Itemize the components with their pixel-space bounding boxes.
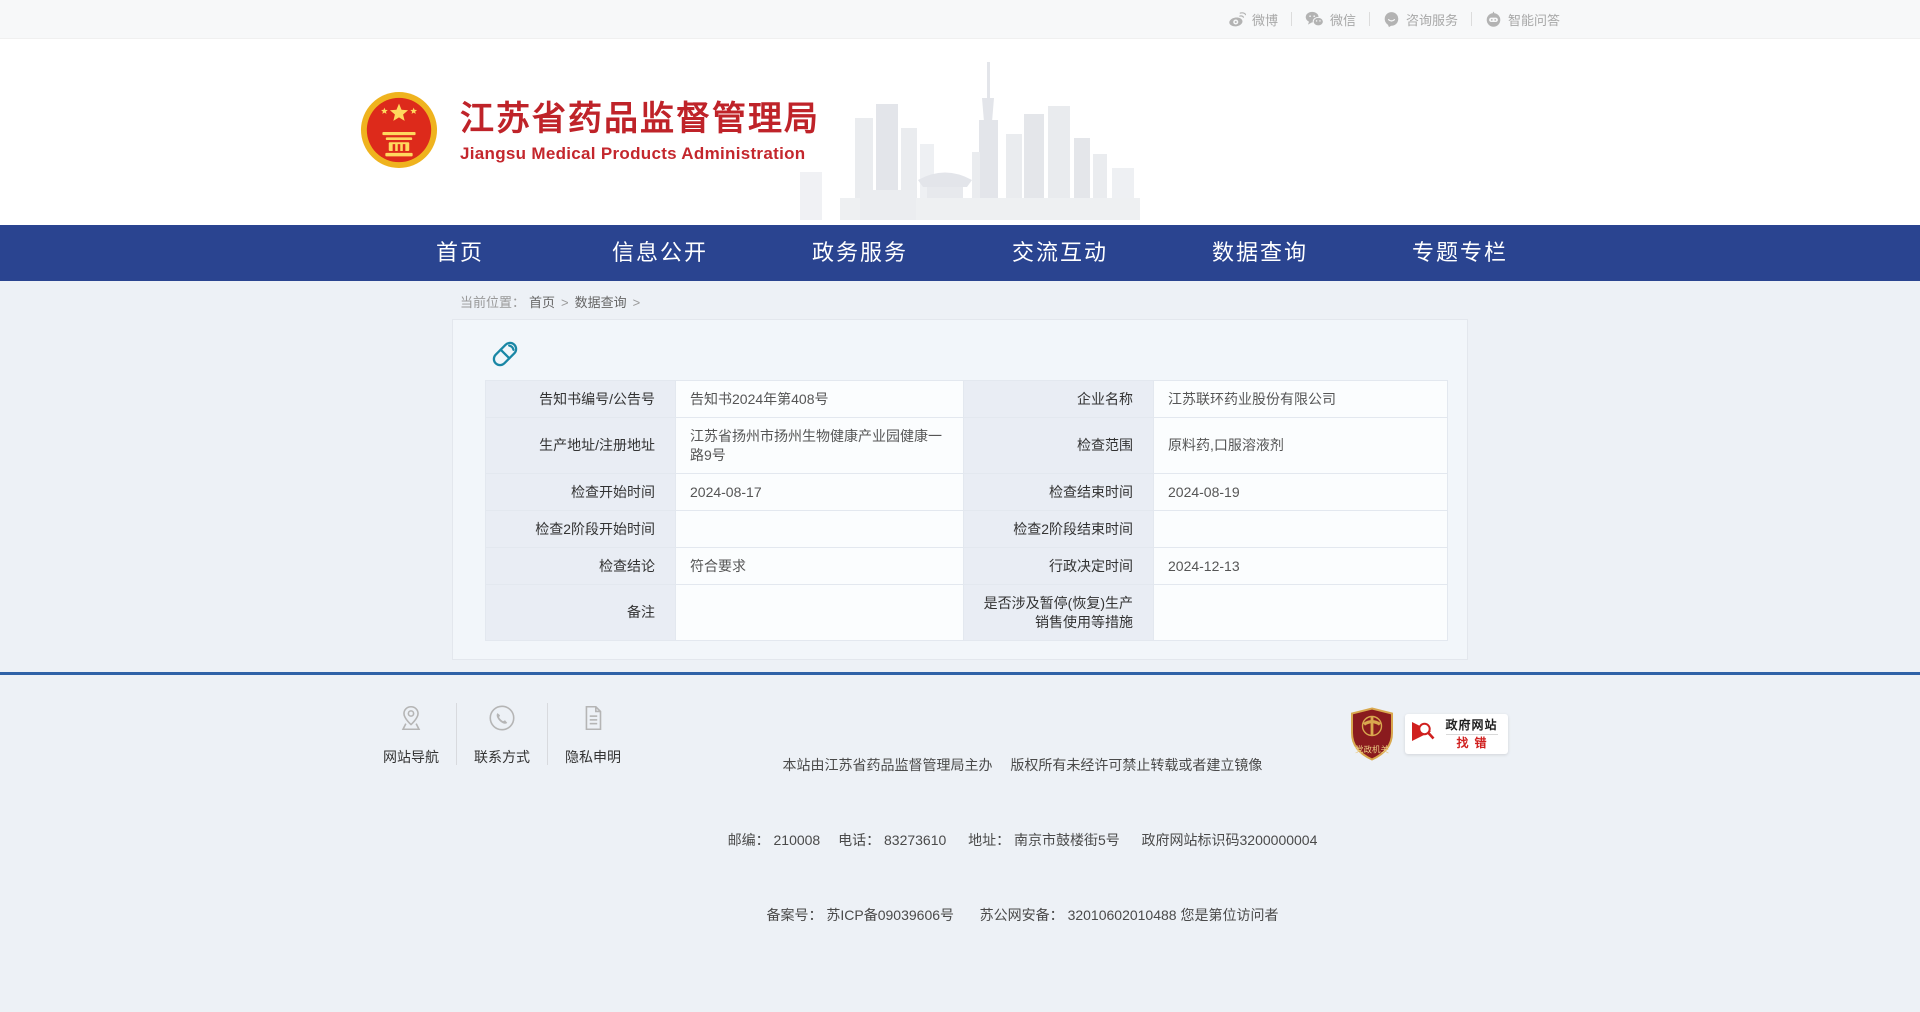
table-row: 检查2阶段开始时间 检查2阶段结束时间 xyxy=(486,511,1448,548)
footer-link-contact[interactable]: 联系方式 xyxy=(457,701,547,767)
breadcrumb-prefix: 当前位置： xyxy=(460,295,525,310)
consult-service-icon xyxy=(1383,11,1400,28)
field-value: 2024-08-17 xyxy=(676,474,964,511)
find-error-badge-line2: 找错 xyxy=(1450,736,1492,751)
document-icon xyxy=(578,703,608,738)
find-error-magnifier-icon xyxy=(1410,718,1437,750)
nav-item-interaction[interactable]: 交流互动 xyxy=(960,225,1160,281)
nav-item-info-disclosure[interactable]: 信息公开 xyxy=(560,225,760,281)
field-value: 江苏联环药业股份有限公司 xyxy=(1154,381,1448,418)
party-gov-shield-badge[interactable]: 党政机关 xyxy=(1349,707,1395,761)
field-label: 企业名称 xyxy=(964,381,1154,418)
topbar-divider xyxy=(1291,12,1292,26)
field-label: 检查结论 xyxy=(486,548,676,585)
national-emblem-logo xyxy=(360,91,438,174)
field-label: 检查结束时间 xyxy=(964,474,1154,511)
field-value xyxy=(1154,511,1448,548)
field-label: 生产地址/注册地址 xyxy=(486,418,676,474)
footer-badges: 党政机关 政府网站 找错 xyxy=(1349,707,1508,761)
table-row: 检查开始时间 2024-08-17 检查结束时间 2024-08-19 xyxy=(486,474,1448,511)
footer-quick-links: 网站导航 联系方式 xyxy=(366,701,638,767)
field-value: 2024-12-13 xyxy=(1154,548,1448,585)
smart-qa-icon xyxy=(1485,11,1502,28)
footer-line-contact: 邮编： 210008 电话： 83273610 地址： 南京市鼓楼街5号 政府网… xyxy=(708,828,1337,853)
main-navigation: 首页 信息公开 政务服务 交流互动 数据查询 专题专栏 xyxy=(0,225,1920,281)
field-label: 备注 xyxy=(486,585,676,641)
consult-service-link[interactable]: 咨询服务 xyxy=(1383,10,1458,29)
breadcrumb: 当前位置： 首页 > 数据查询 > xyxy=(360,281,1560,319)
field-value xyxy=(676,511,964,548)
inspection-detail-panel: 告知书编号/公告号 告知书2024年第408号 企业名称 江苏联环药业股份有限公… xyxy=(452,319,1468,660)
inspection-table: 告知书编号/公告号 告知书2024年第408号 企业名称 江苏联环药业股份有限公… xyxy=(485,380,1448,641)
weibo-link[interactable]: 微博 xyxy=(1227,10,1278,29)
nav-item-special-topics[interactable]: 专题专栏 xyxy=(1360,225,1560,281)
topbar-item-label: 微信 xyxy=(1330,10,1356,29)
footer-link-sitemap[interactable]: 网站导航 xyxy=(366,701,456,767)
nav-item-gov-services[interactable]: 政务服务 xyxy=(760,225,960,281)
top-utility-bar: 微博 微信 xyxy=(0,0,1920,39)
breadcrumb-separator: > xyxy=(561,295,569,310)
wechat-link[interactable]: 微信 xyxy=(1305,10,1356,29)
field-label: 行政决定时间 xyxy=(964,548,1154,585)
map-pin-icon xyxy=(396,703,426,738)
table-row: 检查结论 符合要求 行政决定时间 2024-12-13 xyxy=(486,548,1448,585)
field-label: 是否涉及暂停(恢复)生产销售使用等措施 xyxy=(964,585,1154,641)
field-label: 检查2阶段开始时间 xyxy=(486,511,676,548)
field-value xyxy=(1154,585,1448,641)
field-value: 符合要求 xyxy=(676,548,964,585)
topbar-divider xyxy=(1471,12,1472,26)
breadcrumb-separator: > xyxy=(633,295,641,310)
field-value: 原料药,口服溶液剂 xyxy=(1154,418,1448,474)
footer-link-label: 隐私申明 xyxy=(565,747,621,767)
field-label: 检查开始时间 xyxy=(486,474,676,511)
site-subtitle: Jiangsu Medical Products Administration xyxy=(460,144,820,164)
find-error-badge-divider xyxy=(1446,734,1498,735)
footer-link-label: 网站导航 xyxy=(383,747,439,767)
smart-qa-link[interactable]: 智能问答 xyxy=(1485,10,1560,29)
topbar-item-label: 智能问答 xyxy=(1508,10,1560,29)
field-value xyxy=(676,585,964,641)
main-content-area: 当前位置：首页>数据查询> 告知书编号/公告号 告知书2024年第408号 企业 xyxy=(0,281,1920,672)
site-footer: 网站导航 联系方式 xyxy=(0,675,1920,1012)
gov-site-find-error-badge[interactable]: 政府网站 找错 xyxy=(1405,714,1508,754)
table-row: 告知书编号/公告号 告知书2024年第408号 企业名称 江苏联环药业股份有限公… xyxy=(486,381,1448,418)
breadcrumb-link-data-query[interactable]: 数据查询 xyxy=(575,295,627,310)
topbar-divider xyxy=(1369,12,1370,26)
table-row: 生产地址/注册地址 江苏省扬州市扬州生物健康产业园健康一路9号 检查范围 原料药… xyxy=(486,418,1448,474)
breadcrumb-link-home[interactable]: 首页 xyxy=(529,295,555,310)
nav-item-home[interactable]: 首页 xyxy=(360,225,560,281)
field-value: 告知书2024年第408号 xyxy=(676,381,964,418)
site-title: 江苏省药品监督管理局 xyxy=(460,100,820,139)
footer-link-label: 联系方式 xyxy=(474,747,530,767)
nav-item-data-query[interactable]: 数据查询 xyxy=(1160,225,1360,281)
field-label: 告知书编号/公告号 xyxy=(486,381,676,418)
table-row: 备注 是否涉及暂停(恢复)生产销售使用等措施 xyxy=(486,585,1448,641)
footer-info-text: 本站由江苏省药品监督管理局主办 版权所有未经许可禁止转载或者建立镜像 邮编： 2… xyxy=(638,701,1337,978)
find-error-badge-line1: 政府网站 xyxy=(1445,718,1497,733)
phone-icon xyxy=(487,703,517,738)
footer-line-host: 本站由江苏省药品监督管理局主办 版权所有未经许可禁止转载或者建立镜像 xyxy=(708,753,1337,778)
site-header: 江苏省药品监督管理局 Jiangsu Medical Products Admi… xyxy=(0,39,1920,225)
pill-capsule-icon xyxy=(489,338,1441,370)
site-brand: 江苏省药品监督管理局 Jiangsu Medical Products Admi… xyxy=(460,100,820,164)
topbar-item-label: 微博 xyxy=(1252,10,1278,29)
find-error-badge-text: 政府网站 找错 xyxy=(1441,718,1502,751)
topbar-item-label: 咨询服务 xyxy=(1406,10,1458,29)
field-label: 检查2阶段结束时间 xyxy=(964,511,1154,548)
city-skyline-graphic xyxy=(800,60,1160,225)
field-value: 江苏省扬州市扬州生物健康产业园健康一路9号 xyxy=(676,418,964,474)
field-value: 2024-08-19 xyxy=(1154,474,1448,511)
weibo-icon xyxy=(1227,11,1246,27)
svg-text:党政机关: 党政机关 xyxy=(1355,745,1390,755)
wechat-icon xyxy=(1305,11,1324,27)
field-label: 检查范围 xyxy=(964,418,1154,474)
footer-link-privacy[interactable]: 隐私申明 xyxy=(548,701,638,767)
